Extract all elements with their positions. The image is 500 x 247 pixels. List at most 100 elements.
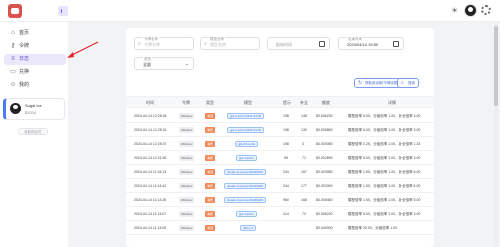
- calendar-icon[interactable]: [393, 41, 399, 47]
- cell-completion: 130: [301, 128, 307, 132]
- token-name-input[interactable]: 令牌名称: [144, 42, 160, 48]
- cell-time: 2024-04-14 12:21:52: [134, 156, 167, 160]
- model-name-field[interactable]: 模型名称 ⌕ 模型名称: [200, 37, 260, 50]
- cell-completion: 72: [302, 212, 306, 216]
- search-button-label: 搜索: [408, 81, 415, 85]
- table-row: 2024-04-14 11:14:42 ZDAHex 消费 claude-3-s…: [126, 179, 434, 193]
- cell-completion: 177: [301, 184, 307, 188]
- cell-detail: 模型倍率 20.00，分组倍率 1.00: [348, 226, 398, 230]
- list-icon: ≡: [11, 56, 15, 62]
- cell-quota: $0.005460: [316, 198, 333, 202]
- cell-token: ZDAHex: [179, 211, 195, 217]
- profile-name: Sugal Ice: [25, 103, 42, 108]
- user-avatar[interactable]: [464, 4, 477, 17]
- cell-quota: $0.006230: [316, 114, 333, 118]
- cell-token: ZDAHex: [179, 183, 195, 189]
- cell-prompt: 244: [283, 170, 289, 174]
- sidebar-item-label: 令牌: [19, 43, 30, 49]
- log-type-select[interactable]: 类型 全部 ⌄: [134, 57, 194, 70]
- home-icon: ⌂: [11, 30, 15, 36]
- settings-icon[interactable]: [481, 5, 491, 15]
- collapse-sidebar-button[interactable]: 收起侧边栏: [18, 128, 48, 135]
- ticket-icon: ▭: [10, 69, 16, 75]
- logs-panel: 令牌名称 ⌕ 令牌名称 模型名称 ⌕ 模型名称 起始时间 结束时间 2024/0…: [126, 28, 434, 247]
- cell-time: 2024-04-14 12:26:34: [134, 114, 167, 118]
- end-time-input[interactable]: 2024/04/14 15:50: [347, 42, 378, 47]
- sidebar-item-redeem[interactable]: ▭ 兑换: [4, 67, 66, 78]
- cell-type: 消费: [205, 211, 215, 217]
- cell-prompt: 198: [283, 142, 289, 146]
- column-header-quota: 额度: [322, 100, 330, 105]
- cell-prompt: 95: [284, 156, 288, 160]
- table-row: 2024-04-14 11:15:13 ZDAHex 消费 claude-3-s…: [126, 165, 434, 179]
- sun-icon[interactable]: ☀: [451, 6, 458, 16]
- cell-quota: $0.002890: [316, 156, 333, 160]
- cell-type: 消费: [205, 169, 215, 175]
- table-row: 2024-04-14 12:25:37 ZDAHex 消费 gpt-3.5-tu…: [126, 137, 434, 151]
- sidebar-item-label: 首页: [19, 30, 30, 36]
- start-time-field[interactable]: 起始时间: [267, 37, 330, 50]
- cell-model[interactable]: claude-3-sonnet-20240229: [224, 169, 266, 175]
- cell-detail: 模型倍率 5.00，分组倍率 1.00，补全倍率 3.00: [348, 114, 421, 118]
- cell-token: ZDAHex: [179, 127, 195, 133]
- search-button[interactable]: ⌕ 搜索: [397, 78, 419, 88]
- cell-completion: 71: [302, 156, 306, 160]
- column-header-model: 模型: [244, 100, 252, 105]
- cell-quota: $0.006220: [316, 212, 333, 216]
- sidebar-item-label: 兑换: [19, 69, 30, 75]
- column-header-completion: 补全: [300, 100, 308, 105]
- end-time-field[interactable]: 结束时间 2024/04/14 15:50: [338, 37, 404, 50]
- search-icon: ⌕: [138, 41, 141, 47]
- cell-model[interactable]: gpt-4-turbo: [236, 211, 257, 217]
- cell-model[interactable]: claude-3-sonnet-20240229: [224, 183, 266, 189]
- cell-model[interactable]: gpt-4-turbo: [236, 155, 257, 161]
- model-name-input[interactable]: 模型名称: [210, 42, 226, 48]
- scrollbar-thumb[interactable]: [494, 26, 498, 106]
- cell-detail: 模型倍率 5.00，分组倍率 1.00，补全倍率 3.00: [348, 128, 421, 132]
- cell-prompt: 198: [283, 114, 289, 118]
- app-logo[interactable]: [8, 4, 22, 18]
- cell-time: 2024-04-14 11:15:13: [134, 170, 167, 174]
- sidebar-item-home[interactable]: ⌂ 首页: [4, 28, 66, 39]
- sidebar: ⌂ 首页 ⚷ 令牌 ≡ 日志 ▭ 兑换 ☺ 我的 Sugal Ice $3204 收起侧边…: [0, 22, 68, 247]
- cell-quota: $0.040000: [316, 226, 333, 230]
- column-header-token: 令牌: [182, 100, 190, 105]
- cell-completion: 3: [302, 142, 304, 146]
- top-bar: ☀: [0, 0, 500, 22]
- cell-token: ZDAHex: [179, 169, 195, 175]
- cell-quota: $0.003080: [316, 170, 333, 174]
- cell-quota: $0.005850: [316, 128, 333, 132]
- sidebar-item-profile[interactable]: ☺ 我的: [4, 80, 66, 91]
- cell-model[interactable]: claude-3-sonnet-20240229: [224, 197, 266, 203]
- avatar: [10, 103, 21, 114]
- sidebar-item-logs[interactable]: ≡ 日志: [4, 54, 66, 65]
- column-header-type: 类型: [206, 100, 214, 105]
- calendar-icon[interactable]: [319, 41, 325, 47]
- cell-model[interactable]: gpt-4-turbo-2024-04-09: [227, 127, 265, 133]
- cell-detail: 模型倍率 1.50，分组倍率 1.00，补全倍率 5.00: [348, 170, 421, 174]
- cell-token: ZDAHex: [179, 225, 195, 231]
- cell-model[interactable]: dall-e-3: [240, 225, 257, 231]
- cell-time: 2024-04-14 11:13:00: [134, 226, 167, 230]
- table-row: 2024-04-14 11:13:07 ZDAHex 消费 gpt-4-turb…: [126, 207, 434, 221]
- cell-time: 2024-04-14 12:25:37: [134, 142, 167, 146]
- cell-model[interactable]: gpt-4-turbo-2024-04-09: [227, 113, 265, 119]
- sidebar-item-tokens[interactable]: ⚷ 令牌: [4, 41, 66, 52]
- column-header-detail: 详情: [388, 100, 396, 105]
- log-type-value: 全部: [143, 62, 151, 67]
- sidebar-toggle-icon[interactable]: [58, 6, 68, 16]
- cell-completion: 168: [301, 198, 307, 202]
- cell-completion: 157: [301, 170, 307, 174]
- chevron-down-icon: ⌄: [184, 61, 189, 67]
- page-scrollbar[interactable]: [494, 22, 498, 247]
- key-icon: ⚷: [10, 43, 16, 49]
- cell-model[interactable]: gpt-3.5-turbo: [235, 141, 259, 147]
- profile-card[interactable]: Sugal Ice $3204: [3, 98, 65, 120]
- cell-type: 消费: [205, 141, 215, 147]
- cell-completion: 148: [301, 114, 307, 118]
- search-icon: ⌕: [401, 80, 404, 86]
- token-name-field[interactable]: 令牌名称 ⌕ 令牌名称: [134, 37, 194, 50]
- cell-token: ZDAHex: [179, 197, 195, 203]
- cell-quota: $0.000080: [316, 142, 333, 146]
- start-time-input[interactable]: 起始时间: [276, 42, 292, 48]
